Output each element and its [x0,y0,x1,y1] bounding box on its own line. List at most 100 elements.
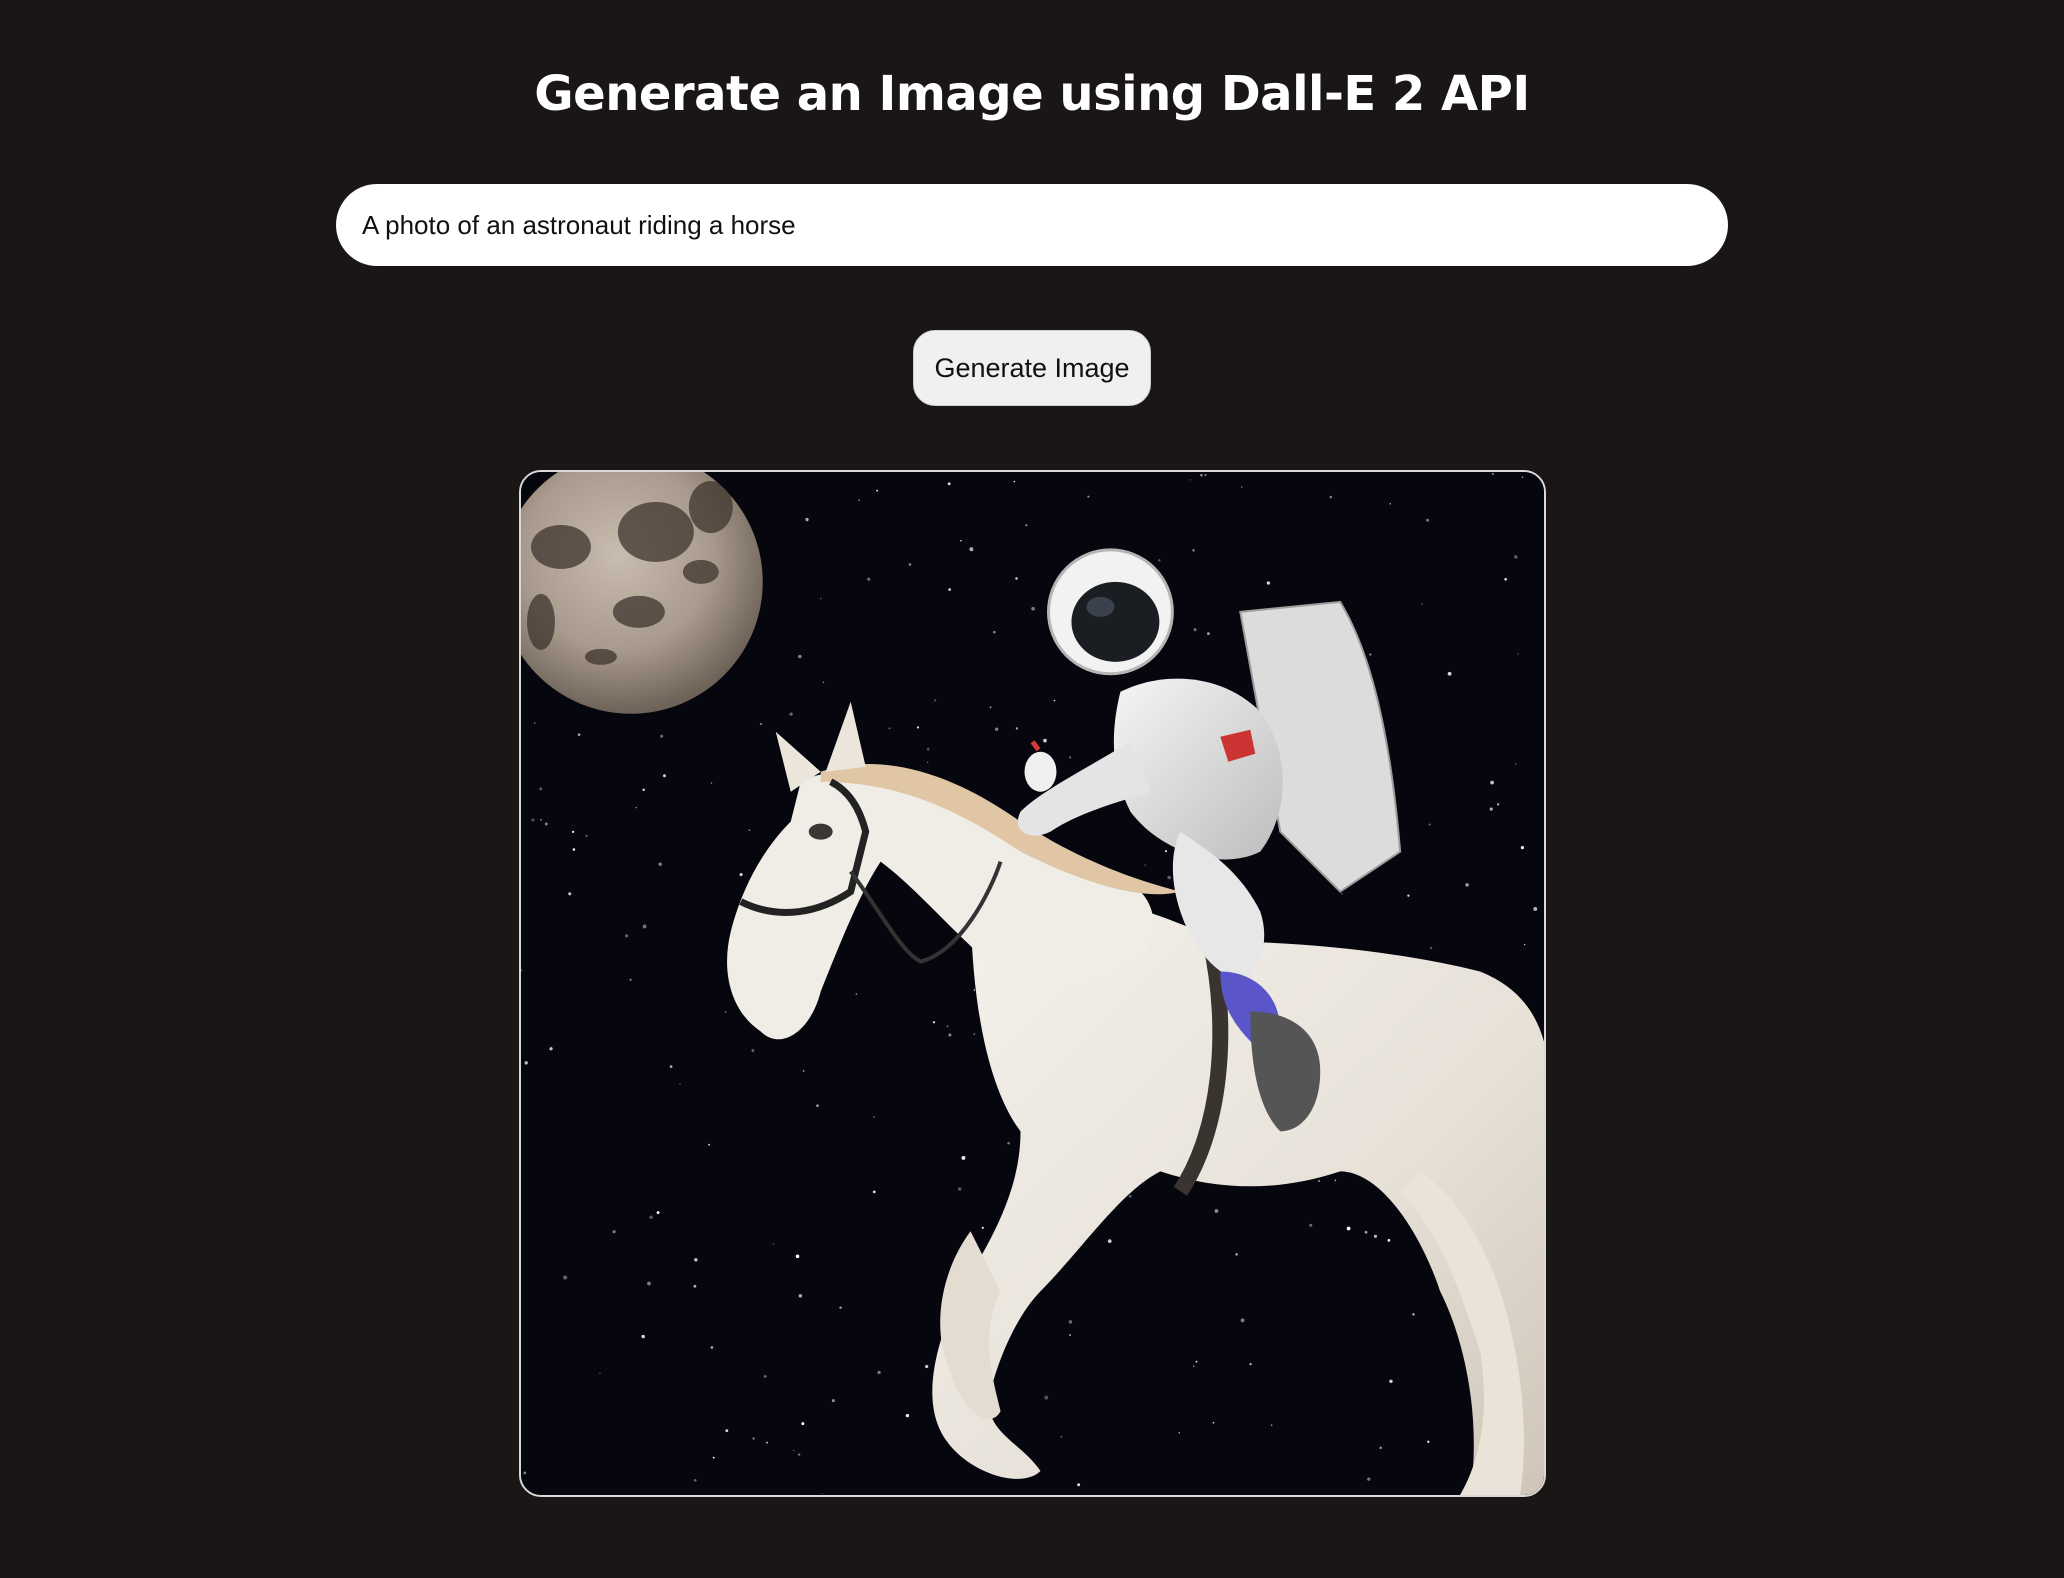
star-dot [1514,555,1518,559]
star-dot [948,1033,952,1037]
star-dot [710,782,713,784]
star-dot [1007,1141,1010,1145]
star-dot [1389,1379,1393,1384]
star-dot [544,822,548,826]
star-dot [763,1375,767,1378]
star-dot [1192,549,1195,552]
star-dot [1520,846,1525,850]
star-dot [1428,823,1431,826]
star-dot [572,848,576,851]
star-dot [927,761,929,763]
star-dot [1373,1234,1378,1238]
star-dot [599,1372,601,1375]
star-dot [1044,1395,1049,1400]
star-dot [839,1306,842,1309]
star-dot [1430,946,1433,949]
prompt-input[interactable] [336,184,1728,266]
star-dot [1334,1179,1337,1182]
star-dot [1195,1360,1198,1363]
star-dot [821,1492,823,1495]
star-dot [1496,803,1500,806]
star-dot [647,1281,651,1286]
star-dot [1318,1180,1320,1182]
star-dot [1427,1440,1430,1443]
star-dot [635,806,638,809]
star-dot [524,1061,528,1065]
star-dot [1369,653,1372,656]
star-dot [1178,1432,1180,1434]
star-dot [789,712,793,716]
star-dot [1491,472,1494,475]
star-dot [1367,1477,1371,1481]
star-dot [642,788,645,791]
star-dot [1207,632,1210,636]
star-dot [993,630,996,634]
star-dot [905,1414,910,1418]
star-dot [710,1346,714,1349]
star-dot [751,1049,755,1052]
star-dot [1421,603,1423,605]
star-dot [540,818,542,821]
star-dot [1533,907,1538,911]
star-dot [1489,807,1493,811]
star-dot [947,482,951,486]
star-dot [572,830,575,833]
star-dot [1192,1365,1195,1368]
star-dot [1107,1239,1112,1244]
star-dot [1341,892,1343,895]
star-dot [1212,1421,1215,1424]
star-dot [531,818,535,822]
star-dot [1517,653,1519,655]
star-dot [1193,628,1197,632]
star-dot [1412,1313,1415,1316]
star-dot [658,862,662,866]
star-dot [1504,578,1507,581]
generated-image [519,470,1546,1497]
star-dot [926,747,930,751]
star-dot [641,1334,645,1339]
star-dot [1068,1320,1073,1324]
star-dot [925,1364,929,1369]
star-dot [1389,503,1391,505]
star-dot [1015,727,1019,730]
star-dot [523,1471,527,1475]
star-dot [694,1479,697,1482]
star-dot [867,577,871,581]
star-dot [981,1226,984,1229]
star-dot [1060,1436,1063,1438]
star-dot [793,1449,795,1452]
star-dot [858,499,860,501]
star-dot [795,1254,800,1259]
star-dot [539,787,543,791]
star-dot [772,1243,775,1245]
star-dot [1200,473,1203,477]
star-dot [766,1441,768,1444]
star-dot [549,1047,553,1051]
star-dot [649,1215,653,1220]
star-dot [563,1275,568,1280]
star-dot [1271,1424,1273,1426]
star-dot [816,1104,819,1108]
star-dot [1144,864,1146,866]
star-dot [759,722,763,726]
star-dot [1043,738,1047,743]
star-dot [932,1021,936,1024]
star-dot [1214,1209,1219,1213]
star-dot [1164,850,1167,853]
star-dot [798,654,802,659]
star-dot [989,706,992,709]
star-dot [973,1033,975,1035]
star-dot [694,1258,698,1262]
star-dot [888,727,891,730]
star-dot [708,1143,711,1146]
star-dot [1465,883,1469,887]
star-dot [798,1294,803,1298]
star-dot [994,727,999,731]
star-dot [1069,756,1072,759]
star-dot [1240,1318,1245,1323]
star-dot [662,774,666,778]
star-dot [916,726,920,729]
generate-image-button[interactable]: Generate Image [913,330,1151,406]
generated-image-canvas [521,472,1544,1495]
star-dot [819,597,822,600]
